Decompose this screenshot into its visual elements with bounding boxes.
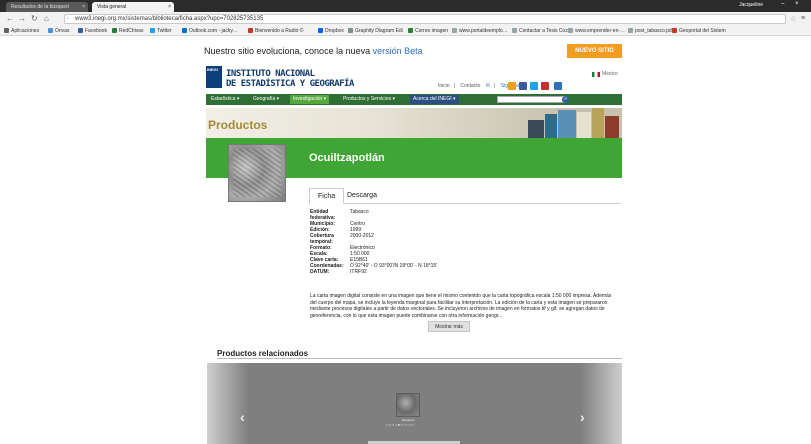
site-search-input[interactable] — [497, 96, 567, 103]
tab-label: Resultados de la búsqued — [11, 4, 69, 10]
new-site-badge[interactable]: NUEVO SITIO — [567, 44, 622, 58]
bookmark-star-icon[interactable]: ☆ — [790, 15, 796, 23]
nav-acerca[interactable]: Acerca del INEGI ▾ — [410, 95, 459, 104]
search-go-button[interactable]: » — [562, 96, 569, 103]
bookmark-favicon-icon — [568, 28, 573, 33]
back-icon[interactable]: ← — [6, 14, 14, 23]
bookmark-favicon-icon — [78, 28, 83, 33]
bookmark-item[interactable]: RedChivas — [112, 28, 143, 34]
detail-row: Cobertura temporal: 2000-2012 — [310, 233, 437, 245]
bookmark-item[interactable]: Correo imagen — [408, 28, 448, 34]
reload-icon[interactable]: ↻ — [31, 14, 38, 23]
institute-name: INSTITUTO NACIONAL DE ESTADÍSTICA Y GEOG… — [226, 69, 354, 89]
bookmark-item[interactable]: Graphity Diagram Edi — [348, 28, 403, 34]
rss-icon[interactable] — [508, 82, 516, 90]
show-more-button[interactable]: Mostrar más — [428, 321, 470, 332]
bookmark-item[interactable]: Contactar a Tesis Coz — [512, 28, 568, 34]
bookmark-favicon-icon — [348, 28, 353, 33]
bookmark-item[interactable]: Twitter — [150, 28, 172, 34]
youtube-icon[interactable] — [541, 82, 549, 90]
carousel-prev-icon[interactable]: ‹ — [240, 409, 245, 425]
related-item-thumbnail[interactable] — [396, 393, 420, 417]
close-window-icon[interactable]: × — [795, 1, 799, 7]
page-icon: ▫ — [67, 16, 70, 22]
bookmark-favicon-icon — [150, 28, 155, 33]
detail-value: ITRF92 — [350, 269, 367, 275]
url-text: www3.inegi.org.mx/sistemas/biblioteca/fi… — [75, 16, 264, 22]
books-illustration — [528, 108, 619, 138]
bookmark-favicon-icon — [452, 28, 457, 33]
bookmark-favicon-icon — [48, 28, 53, 33]
detail-label: DATUM: — [310, 269, 330, 275]
browser-tab-strip: Resultados de la búsqued × Vista general… — [0, 0, 811, 12]
bookmark-item[interactable]: post_tabasco.pdf — [628, 28, 673, 34]
section-title: Productos — [208, 118, 268, 132]
country-label: México — [602, 71, 618, 77]
address-bar[interactable]: ▫ www3.inegi.org.mx/sistemas/biblioteca/… — [64, 14, 786, 24]
menu-icon[interactable]: ≡ — [801, 15, 805, 22]
home-link[interactable]: Inicio — [438, 83, 450, 89]
mexico-flag-icon — [592, 72, 600, 77]
bookmark-item[interactable]: Geoportal del Sistem — [672, 28, 726, 34]
related-products-title: Productos relacionados — [217, 349, 309, 358]
nav-productos-servicios[interactable]: Productos y Servicios ▾ — [340, 95, 398, 104]
nav-estadistica[interactable]: Estadística ▾ — [208, 95, 242, 104]
detail-row: Entidad federativa: Tabasco — [310, 209, 437, 221]
detail-value: 2000-2012 — [350, 233, 374, 239]
bookmark-item[interactable]: Facebook — [78, 28, 107, 34]
nav-geografia[interactable]: Geografía ▾ — [250, 95, 282, 104]
bookmark-item[interactable]: Dropbox — [318, 28, 344, 34]
twitter-icon[interactable] — [530, 82, 538, 90]
bookmark-favicon-icon — [112, 28, 117, 33]
browser-tab-overview[interactable]: Vista general × — [92, 2, 174, 12]
facebook-icon[interactable] — [519, 82, 527, 90]
bookmark-favicon-icon — [4, 28, 9, 33]
chat-icon[interactable]: ✉ — [486, 83, 490, 89]
tab-descarga[interactable]: Descarga — [339, 188, 385, 204]
bookmark-item[interactable]: www.emprender-en-… — [568, 28, 625, 34]
bookmark-favicon-icon — [512, 28, 517, 33]
forward-icon[interactable]: → — [18, 14, 26, 23]
bookmark-favicon-icon — [628, 28, 633, 33]
browser-tab-search-results[interactable]: Resultados de la búsqued × — [6, 2, 88, 12]
bookmarks-bar: Aplicaciones Onvas Facebook RedChivas Twitte… — [0, 26, 811, 36]
bookmark-favicon-icon — [182, 28, 187, 33]
bookmark-item[interactable]: www.portaldeemplo… — [452, 28, 508, 34]
browser-user[interactable]: Jacqueline — [739, 2, 763, 8]
nav-investigacion[interactable]: Investigación ▾ — [290, 95, 330, 104]
bookmark-item[interactable]: Aplicaciones — [4, 28, 39, 34]
carousel-next-icon[interactable]: › — [580, 409, 585, 425]
product-description: La carta imagen digital consiste en una … — [310, 293, 612, 319]
share-icon[interactable] — [554, 82, 562, 90]
detail-label: Cobertura temporal: — [310, 233, 334, 245]
contact-link[interactable]: Contacto — [460, 83, 480, 89]
inegi-logo[interactable]: INEGI — [206, 66, 222, 88]
carousel-dots[interactable]: ○○○○●○○○○○ — [386, 422, 415, 427]
detail-label: Entidad federativa: — [310, 209, 336, 221]
beta-link[interactable]: versión Beta — [373, 46, 423, 56]
web-page: Nuestro sitio evoluciona, conoce la nuev… — [0, 36, 811, 444]
product-details: Entidad federativa: Tabasco Municipio: Cent… — [310, 209, 437, 275]
tab-label: Vista general — [97, 4, 127, 10]
announcement: Nuestro sitio evoluciona, conoce la nuev… — [204, 46, 423, 56]
minimize-icon[interactable]: – — [781, 1, 784, 7]
bookmark-item[interactable]: Bienvenido a Radio © — [248, 28, 303, 34]
detail-row: DATUM: ITRF92 — [310, 269, 437, 275]
product-title: Ocuiltzapotlán — [309, 152, 385, 164]
bookmark-favicon-icon — [408, 28, 413, 33]
divider — [217, 358, 622, 359]
browser-toolbar: ← → ↻ ⌂ ▫ www3.inegi.org.mx/sistemas/bib… — [0, 12, 811, 26]
bookmark-favicon-icon — [672, 28, 677, 33]
close-icon[interactable]: × — [82, 2, 85, 12]
product-thumbnail[interactable] — [228, 144, 286, 202]
home-icon[interactable]: ⌂ — [44, 14, 49, 23]
product-tabs: Ficha Descarga — [309, 188, 621, 204]
bookmark-item[interactable]: Onvas — [48, 28, 69, 34]
detail-value: Tabasco — [350, 209, 369, 215]
bookmark-item[interactable]: Outlook.com - jacky… — [182, 28, 238, 34]
bookmark-favicon-icon — [318, 28, 323, 33]
close-icon[interactable]: × — [168, 2, 171, 12]
bookmark-favicon-icon — [248, 28, 253, 33]
